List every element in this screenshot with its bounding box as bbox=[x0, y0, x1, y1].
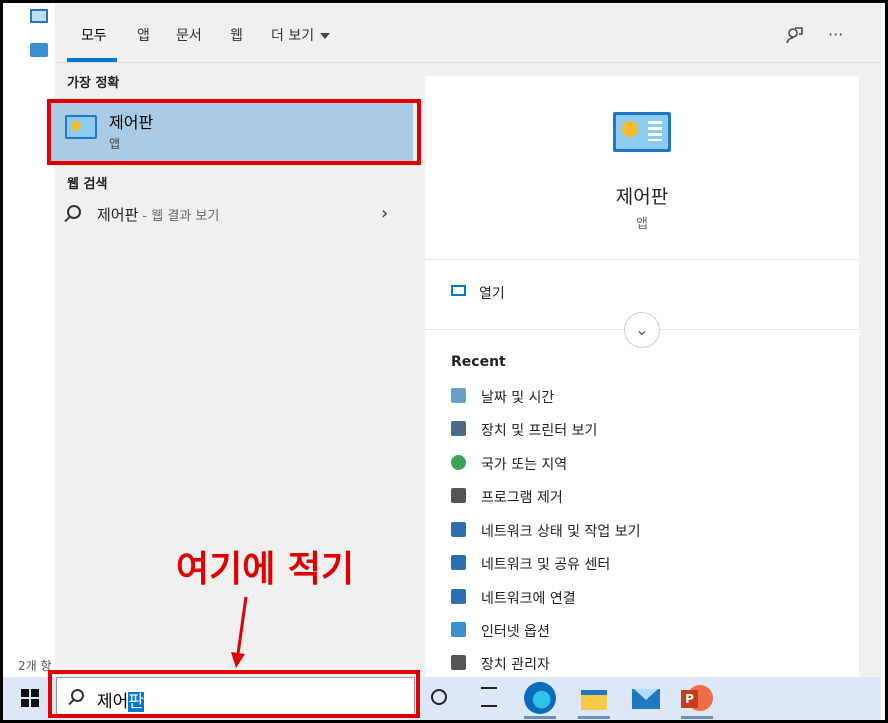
ppt-letter: P bbox=[681, 690, 698, 708]
best-match-heading: 가장 정확 bbox=[67, 76, 120, 91]
task-view-icon[interactable] bbox=[481, 687, 497, 707]
annotation-label: 여기에 적기 bbox=[176, 549, 355, 590]
recent-heading: Recent bbox=[451, 354, 506, 370]
windows-start-icon[interactable] bbox=[21, 689, 39, 707]
envelope-shape bbox=[632, 689, 660, 709]
control-panel-large-icon bbox=[613, 112, 671, 152]
search-typed-text: 제어 bbox=[97, 692, 129, 712]
running-indicator bbox=[524, 716, 556, 719]
recent-item-label: 네트워크에 연결 bbox=[481, 591, 576, 607]
chevron-down-icon bbox=[320, 33, 331, 39]
open-icon bbox=[451, 285, 466, 296]
cortana-icon[interactable] bbox=[431, 689, 447, 705]
printer-icon bbox=[451, 421, 466, 436]
best-match-name: 제어판 bbox=[109, 113, 154, 132]
recent-item-label: 네트워크 상태 및 작업 보기 bbox=[481, 524, 641, 540]
desktop-area: 2개 항 bbox=[3, 3, 55, 677]
tab-apps[interactable]: 앱 bbox=[137, 25, 150, 45]
tab-all[interactable]: 모두 bbox=[81, 25, 107, 45]
expand-button[interactable]: ⌄ bbox=[624, 312, 660, 348]
best-match-type: 앱 bbox=[109, 137, 121, 151]
search-icon bbox=[67, 205, 81, 219]
device-manager-icon bbox=[451, 655, 466, 670]
best-match-result[interactable]: 제어판 앱 bbox=[51, 99, 413, 165]
tab-more-label: 더 보기 bbox=[271, 28, 315, 44]
running-indicator bbox=[681, 716, 713, 719]
chevron-right-icon: › bbox=[381, 203, 389, 224]
network-icon bbox=[451, 555, 466, 570]
recent-item-label: 장치 관리자 bbox=[481, 657, 550, 673]
recent-item-label: 장치 및 프린터 보기 bbox=[481, 423, 598, 439]
feedback-icon[interactable] bbox=[784, 25, 804, 49]
network-icon bbox=[451, 522, 466, 537]
recent-item-label: 프로그램 제거 bbox=[481, 490, 563, 506]
internet-options-icon bbox=[451, 622, 466, 637]
search-query: 제어판 bbox=[97, 687, 144, 712]
open-label: 열기 bbox=[479, 286, 505, 302]
preview-pane: 제어판 앱 열기 ⌄ Recent 날짜 및 시간 장치 및 프린터 보기 국가… bbox=[425, 76, 859, 677]
tab-documents[interactable]: 문서 bbox=[176, 25, 202, 45]
mail-icon[interactable] bbox=[630, 682, 662, 714]
search-icon bbox=[71, 689, 84, 702]
powerpoint-icon[interactable]: P bbox=[681, 682, 713, 719]
more-options-icon[interactable]: ··· bbox=[828, 25, 843, 44]
preview-title: 제어판 bbox=[615, 186, 669, 208]
web-search-term: 제어판 - 웹 결과 보기 bbox=[97, 204, 219, 225]
taskbar: 제어판 P bbox=[3, 677, 881, 720]
tab-more[interactable]: 더 보기 bbox=[271, 25, 331, 45]
recent-item-label: 인터넷 옵션 bbox=[481, 624, 550, 640]
running-indicator bbox=[578, 716, 610, 719]
recent-item-label: 날짜 및 시간 bbox=[481, 390, 555, 406]
active-tab-indicator bbox=[67, 58, 117, 62]
folder-shape bbox=[581, 690, 607, 710]
control-panel-icon bbox=[65, 115, 97, 139]
web-term-text: 제어판 bbox=[97, 206, 139, 224]
globe-icon bbox=[451, 455, 466, 470]
search-selected-text: 판 bbox=[128, 692, 144, 712]
chevron-down-icon: ⌄ bbox=[635, 320, 649, 339]
web-search-result[interactable]: 제어판 - 웹 결과 보기 › bbox=[55, 201, 413, 231]
web-search-heading: 웹 검색 bbox=[67, 177, 108, 192]
taskbar-search-input[interactable]: 제어판 bbox=[56, 677, 415, 718]
file-explorer-icon[interactable] bbox=[578, 682, 610, 719]
recent-item-label: 네트워크 및 공유 센터 bbox=[481, 557, 611, 573]
tab-web[interactable]: 웹 bbox=[230, 25, 243, 45]
preview-header: 제어판 앱 bbox=[425, 76, 859, 260]
desktop-item-count: 2개 항 bbox=[18, 659, 52, 673]
preview-type: 앱 bbox=[636, 217, 648, 232]
edge-icon[interactable] bbox=[524, 682, 556, 719]
network-desktop-icon[interactable] bbox=[30, 43, 48, 57]
filter-tabs-bar: 모두 앱 문서 웹 더 보기 ··· bbox=[55, 3, 881, 63]
web-term-sub: - 웹 결과 보기 bbox=[142, 209, 220, 224]
program-icon bbox=[451, 488, 466, 503]
computer-icon[interactable] bbox=[30, 9, 48, 23]
clock-icon bbox=[451, 388, 466, 403]
network-icon bbox=[451, 589, 466, 604]
recent-item-label: 국가 또는 지역 bbox=[481, 457, 568, 473]
